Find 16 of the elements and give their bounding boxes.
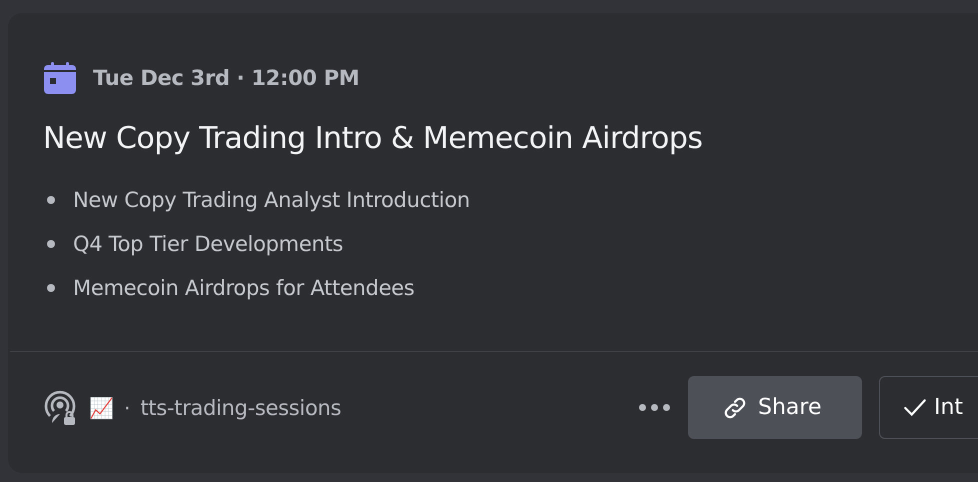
chart-emoji: 📈 (89, 396, 114, 420)
agenda-item: New Copy Trading Analyst Introduction (73, 188, 470, 212)
stage-channel-icon (43, 390, 77, 426)
interested-button[interactable]: Int (879, 376, 978, 439)
bullet-dot (47, 240, 55, 248)
share-button[interactable]: Share (688, 376, 862, 439)
calendar-icon (43, 61, 77, 95)
channel-name[interactable]: tts-trading-sessions (140, 396, 342, 420)
bullet-dot (47, 196, 55, 204)
bullet-dot (47, 284, 55, 292)
event-datetime: Tue Dec 3rd · 12:00 PM (93, 66, 360, 90)
separator: · (124, 396, 130, 420)
link-icon (722, 394, 748, 420)
agenda-item: Memecoin Airdrops for Attendees (73, 276, 414, 300)
event-title: New Copy Trading Intro & Memecoin Airdrops (43, 121, 704, 156)
agenda-item: Q4 Top Tier Developments (73, 232, 344, 256)
